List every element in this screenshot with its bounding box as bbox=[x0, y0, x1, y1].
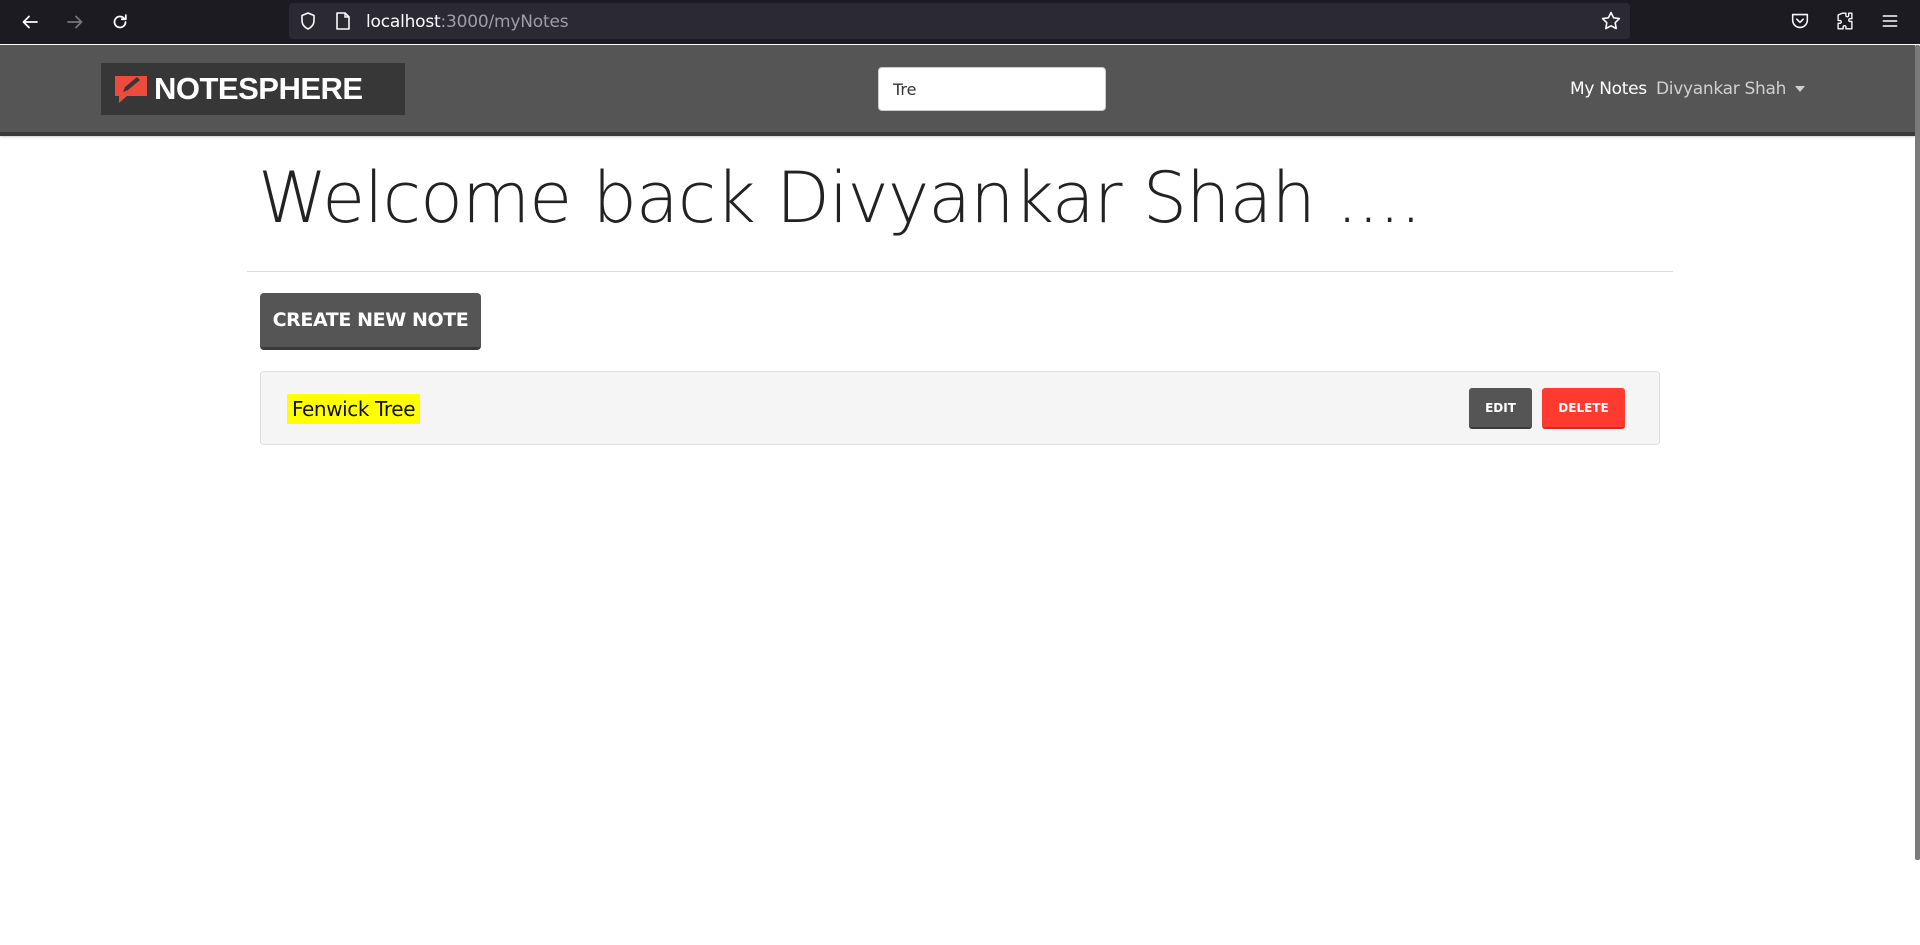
extensions-icon[interactable] bbox=[1833, 9, 1857, 33]
back-icon[interactable] bbox=[15, 7, 45, 37]
url-path: :3000/myNotes bbox=[440, 12, 569, 32]
edit-button[interactable]: EDIT bbox=[1469, 388, 1532, 429]
brand-name: NOTESPHERE bbox=[154, 71, 363, 106]
browser-toolbar: localhost:3000/myNotes bbox=[0, 0, 1920, 44]
pocket-icon[interactable] bbox=[1788, 9, 1812, 33]
menu-icon[interactable] bbox=[1878, 9, 1902, 33]
scrollbar-thumb[interactable] bbox=[1915, 45, 1920, 860]
url-bar[interactable]: localhost:3000/myNotes bbox=[289, 3, 1630, 39]
url-host: localhost bbox=[366, 12, 441, 32]
app-navbar: NOTESPHERE My Notes Divyankar Shah bbox=[0, 45, 1915, 136]
search-input[interactable] bbox=[878, 67, 1106, 111]
url-text: localhost:3000/myNotes bbox=[366, 12, 569, 32]
caret-down-icon bbox=[1795, 86, 1806, 92]
create-new-note-button[interactable]: CREATE NEW NOTE bbox=[260, 293, 481, 350]
note-card: Fenwick Tree EDIT DELETE bbox=[260, 371, 1660, 445]
bookmark-star-icon[interactable] bbox=[1600, 10, 1622, 32]
user-dropdown[interactable]: Divyankar Shah bbox=[1656, 79, 1806, 99]
note-title[interactable]: Fenwick Tree bbox=[287, 394, 421, 424]
reload-icon[interactable] bbox=[105, 7, 135, 37]
brand-logo[interactable]: NOTESPHERE bbox=[101, 63, 405, 115]
page-icon bbox=[336, 12, 350, 30]
forward-icon[interactable] bbox=[60, 7, 90, 37]
user-name: Divyankar Shah bbox=[1656, 79, 1787, 99]
welcome-heading: Welcome back Divyankar Shah .... bbox=[258, 157, 1422, 239]
shield-icon[interactable] bbox=[298, 11, 318, 31]
delete-button[interactable]: DELETE bbox=[1542, 388, 1625, 429]
notesphere-logo-icon bbox=[115, 76, 147, 103]
my-notes-link[interactable]: My Notes bbox=[1570, 79, 1647, 99]
divider bbox=[247, 271, 1673, 272]
